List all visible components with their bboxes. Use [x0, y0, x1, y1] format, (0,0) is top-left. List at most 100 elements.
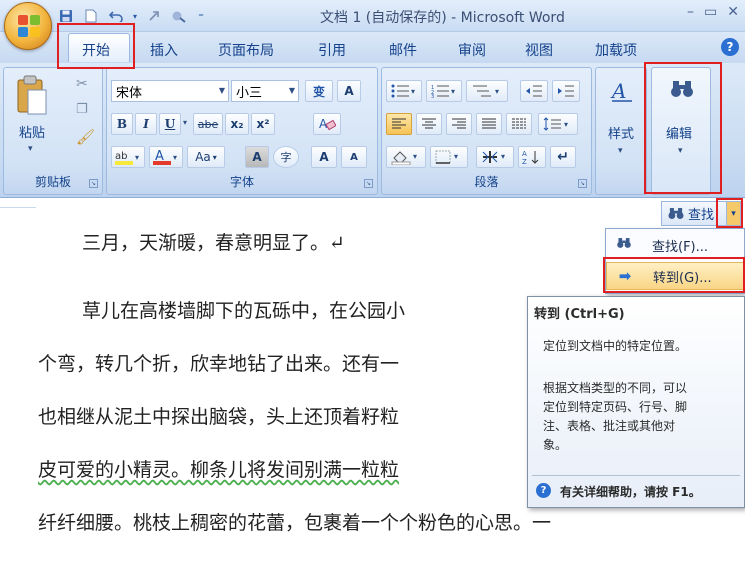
change-case-button[interactable]: Aa ▾	[187, 146, 225, 168]
clear-formatting-icon[interactable]: A	[313, 113, 341, 135]
redo-icon[interactable]	[144, 7, 164, 25]
svg-text:Z: Z	[522, 158, 527, 165]
font-launcher-icon[interactable]: ↘	[364, 179, 373, 188]
underline-button[interactable]: U	[159, 113, 181, 135]
tab-insert[interactable]: 插入	[150, 40, 178, 60]
font-size-value: 小三	[236, 85, 263, 101]
tab-add-ins[interactable]: 加载项	[595, 40, 637, 60]
line-spacing-icon[interactable]: ▾	[538, 113, 578, 135]
shrink-font-button[interactable]: A	[341, 146, 367, 168]
document-line-4: 也相继从泥土中探出脑袋，头上还顶着籽粒	[38, 406, 400, 428]
svg-text:▾: ▾	[501, 152, 505, 161]
bullets-icon[interactable]: ▾	[386, 80, 422, 102]
tab-review[interactable]: 审阅	[458, 40, 486, 60]
cut-icon[interactable]: ✂	[76, 76, 88, 92]
multilevel-list-icon[interactable]: ▾	[466, 80, 508, 102]
font-group: 宋体 ▼ 小三 ▼ 变 A B I U ▾ abe x₂ x² A ab ▾ A ▾ A…	[106, 67, 378, 195]
document-line-2: 草儿在高楼墙脚下的瓦砾中，在公园小	[82, 300, 406, 322]
character-border-button[interactable]: A	[337, 80, 361, 102]
increase-indent-icon[interactable]	[552, 80, 580, 102]
styles-label[interactable]: 样式	[608, 123, 634, 142]
minimize-icon[interactable]: –	[687, 4, 694, 20]
svg-text:ab: ab	[115, 151, 127, 162]
align-center-icon[interactable]	[416, 113, 442, 135]
help-icon[interactable]: ?	[721, 38, 739, 56]
decrease-indent-icon[interactable]	[520, 80, 548, 102]
annotation-find-arrow-box	[716, 198, 743, 228]
character-shading-button[interactable]: A	[245, 146, 269, 168]
svg-text:▾: ▾	[454, 152, 458, 161]
clipboard-group: 粘贴 ▾ ✂ ❐ 🖌 剪贴板 ↘	[3, 67, 103, 195]
font-size-select[interactable]: 小三 ▼	[231, 80, 299, 102]
paragraph-launcher-icon[interactable]: ↘	[578, 179, 587, 188]
help-icon: ?	[536, 483, 551, 498]
chinese-layout-icon[interactable]: ▾	[476, 146, 514, 168]
underline-dropdown-icon[interactable]: ▾	[183, 118, 187, 127]
styles-icon[interactable]: A	[609, 78, 635, 104]
paragraph-group-label: 段落	[474, 175, 499, 189]
menu-item-find-label: 查找(F)...	[652, 239, 709, 255]
customize-icon[interactable]	[169, 7, 189, 25]
change-case-label: Aa	[195, 150, 211, 164]
format-painter-icon[interactable]: 🖌	[76, 128, 95, 146]
font-color-button[interactable]: A ▾	[149, 146, 183, 168]
annotation-goto-box	[603, 257, 745, 293]
paste-icon[interactable]	[14, 74, 50, 118]
clipboard-launcher-icon[interactable]: ↘	[89, 179, 98, 188]
office-button[interactable]	[4, 2, 52, 50]
tab-mailings[interactable]: 邮件	[389, 40, 417, 60]
tooltip-description: 定位到文档中的特定位置。	[543, 339, 688, 353]
styles-dropdown-icon[interactable]: ▾	[618, 146, 623, 156]
grow-font-button[interactable]: A	[311, 146, 337, 168]
tooltip-detail-line: 定位到特定页码、行号、脚	[543, 400, 688, 414]
shading-icon[interactable]: ▾	[386, 146, 426, 168]
window-title: 文档 1 (自动保存的) - Microsoft Word	[320, 10, 565, 26]
show-hide-marks-icon[interactable]: ↵	[550, 146, 576, 168]
borders-icon[interactable]: ▾	[430, 146, 468, 168]
tooltip-detail-line: 注、表格、批注或其他对	[543, 419, 676, 433]
sort-icon[interactable]: AZ	[518, 146, 546, 168]
svg-text:▾: ▾	[495, 87, 499, 96]
binoculars-icon	[614, 236, 634, 254]
qat-menu-icon[interactable]: ⁼	[194, 7, 208, 25]
maximize-icon[interactable]: ▭	[704, 4, 717, 20]
numbering-icon[interactable]: 1 2 3 ▾	[426, 80, 462, 102]
copy-icon[interactable]: ❐	[76, 102, 88, 117]
text-highlight-button[interactable]: ab ▾	[111, 146, 145, 168]
chevron-down-icon: ▼	[218, 86, 225, 95]
enclose-characters-button[interactable]: 字	[273, 146, 299, 168]
chevron-down-icon: ▾	[212, 152, 217, 162]
superscript-button[interactable]: x²	[251, 113, 275, 135]
tab-view[interactable]: 视图	[525, 40, 553, 60]
tab-references[interactable]: 引用	[318, 40, 346, 60]
font-group-label: 字体	[229, 175, 254, 189]
goto-tooltip: 转到 (Ctrl+G) 定位到文档中的特定位置。 根据文档类型的不同，可以 定位…	[527, 296, 745, 508]
document-line-5: 皮可爱的小精灵。柳条儿将发间别满一粒粒	[38, 459, 400, 481]
document-line-3: 个弯，转几个折，欣幸地钻了出来。还有一	[38, 353, 400, 375]
paste-dropdown-icon[interactable]: ▾	[28, 144, 33, 154]
window-controls: – ▭ ✕	[687, 4, 739, 20]
justify-icon[interactable]	[476, 113, 502, 135]
align-left-icon[interactable]	[386, 113, 412, 135]
svg-text:▾: ▾	[411, 87, 415, 96]
tooltip-detail: 根据文档类型的不同，可以 定位到特定页码、行号、脚 注、表格、批注或其他对 象。	[543, 379, 687, 455]
tab-page-layout[interactable]: 页面布局	[218, 40, 274, 60]
italic-button[interactable]: I	[135, 113, 157, 135]
tooltip-divider	[532, 475, 740, 476]
svg-text:▾: ▾	[413, 152, 417, 161]
find-split-label: 查找	[688, 208, 715, 223]
strikethrough-button[interactable]: abe	[193, 113, 223, 135]
font-name-value: 宋体	[116, 85, 143, 101]
paste-label[interactable]: 粘贴	[19, 122, 45, 141]
svg-text:▾: ▾	[451, 87, 455, 96]
font-name-select[interactable]: 宋体 ▼	[111, 80, 229, 102]
bold-button[interactable]: B	[111, 113, 133, 135]
subscript-button[interactable]: x₂	[225, 113, 249, 135]
phonetic-guide-button[interactable]: 变	[305, 80, 333, 102]
align-right-icon[interactable]	[446, 113, 472, 135]
close-icon[interactable]: ✕	[727, 4, 739, 20]
menu-item-find[interactable]: 查找(F)...	[606, 231, 744, 259]
distributed-align-icon[interactable]	[506, 113, 532, 135]
svg-text:▾: ▾	[564, 120, 568, 129]
svg-text:▾: ▾	[135, 153, 139, 162]
